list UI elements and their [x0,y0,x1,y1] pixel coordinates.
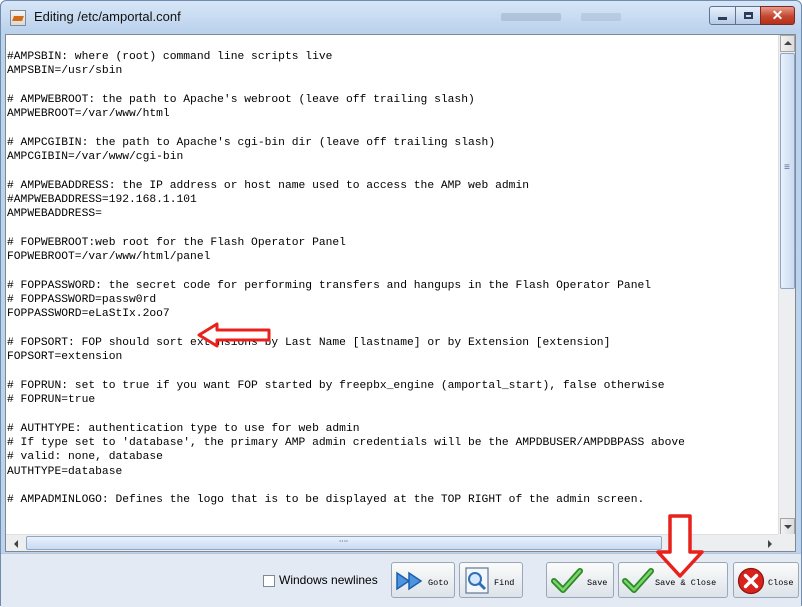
windows-newlines-label: Windows newlines [279,573,378,587]
editor-line[interactable]: # FOPRUN: set to true if you want FOP st… [7,379,685,393]
editor-line[interactable]: FOPPASSWORD=eLaStIx.2oo7 [7,307,685,321]
scroll-left-arrow-icon[interactable] [8,536,25,551]
editor-line[interactable]: # FOPRUN=true [7,393,685,407]
close-window-button[interactable]: ✕ [760,6,795,25]
maximize-button[interactable] [735,6,761,25]
goto-arrow-icon [396,571,423,591]
horizontal-scroll-thumb[interactable] [26,536,662,550]
editor-line[interactable]: # AMPCGIBIN: the path to Apache's cgi-bi… [7,136,685,150]
editor-line[interactable] [7,365,685,379]
editor-line[interactable]: # FOPSORT: FOP should sort extensions by… [7,336,685,350]
editor-line[interactable]: # valid: none, database [7,450,685,464]
title-bar-ghost-text [581,13,621,21]
editor-line[interactable]: # FOPPASSWORD: the secret code for perfo… [7,279,685,293]
goto-label: Goto [428,578,449,588]
app-icon [10,10,26,26]
editor-line[interactable]: # FOPWEBROOT:web root for the Flash Oper… [7,236,685,250]
editor-line[interactable]: # AMPADMINLOGO: Defines the logo that is… [7,493,685,507]
editor-line[interactable]: # AMPWEBADDRESS: the IP address or host … [7,179,685,193]
editor-line[interactable] [7,164,685,178]
editor-line[interactable]: AMPCGIBIN=/var/www/cgi-bin [7,150,685,164]
vertical-scroll-thumb[interactable] [780,53,795,289]
close-icon: ✕ [771,7,784,23]
vertical-scrollbar[interactable] [778,35,795,535]
save-label: Save [587,578,608,588]
editor-line[interactable]: AUTHTYPE=database [7,465,685,479]
editor-window: Editing /etc/amportal.conf ✕ #AMPSBIN: w… [0,0,802,607]
editor-line[interactable]: # If type set to 'database', the primary… [7,436,685,450]
editor-line[interactable] [7,322,685,336]
windows-newlines-checkbox[interactable] [263,575,275,587]
editor-text[interactable]: #AMPSBIN: where (root) command line scri… [7,50,685,508]
editor-line[interactable]: AMPSBIN=/usr/sbin [7,64,685,78]
scroll-down-arrow-icon[interactable] [780,518,795,535]
find-label: Find [494,578,515,588]
editor-line[interactable]: AMPWEBROOT=/var/www/html [7,107,685,121]
save-button[interactable]: Save [546,562,614,598]
scroll-corner [778,534,795,551]
scroll-right-arrow-icon[interactable] [761,536,778,551]
save-check-icon [551,568,583,593]
minimize-icon [718,17,727,20]
editor-line[interactable]: AMPWEBADDRESS= [7,207,685,221]
editor-line[interactable]: FOPWEBROOT=/var/www/html/panel [7,250,685,264]
close-button[interactable]: Close [733,562,799,598]
editor-line[interactable] [7,264,685,278]
find-magnifier-icon [465,567,489,594]
minimize-button[interactable] [709,6,736,25]
title-bar[interactable]: Editing /etc/amportal.conf ✕ [1,1,801,33]
editor-line[interactable]: # AUTHTYPE: authentication type to use f… [7,422,685,436]
editor-line[interactable] [7,407,685,421]
editor-line[interactable]: #AMPWEBADDRESS=192.168.1.101 [7,193,685,207]
editor-line[interactable] [7,222,685,236]
editor-line[interactable] [7,479,685,493]
config-text-editor[interactable]: #AMPSBIN: where (root) command line scri… [5,34,796,552]
editor-line[interactable]: # FOPPASSWORD=passw0rd [7,293,685,307]
editor-line[interactable]: FOPSORT=extension [7,350,685,364]
save-close-check-icon [622,568,654,593]
scroll-up-arrow-icon[interactable] [780,35,795,52]
title-bar-ghost-text [501,13,561,21]
find-button[interactable]: Find [459,562,523,598]
window-title: Editing /etc/amportal.conf [34,9,181,24]
horizontal-scrollbar[interactable] [6,534,780,551]
editor-line[interactable]: # AMPWEBROOT: the path to Apache's webro… [7,93,685,107]
editor-line[interactable] [7,79,685,93]
save-and-close-button[interactable]: Save & Close [618,562,728,598]
goto-button[interactable]: Goto [391,562,455,598]
maximize-icon [743,12,753,19]
editor-line[interactable] [7,121,685,135]
close-label: Close [768,578,794,588]
save-and-close-label: Save & Close [655,578,717,588]
close-x-icon [737,567,765,595]
editor-line[interactable]: #AMPSBIN: where (root) command line scri… [7,50,685,64]
